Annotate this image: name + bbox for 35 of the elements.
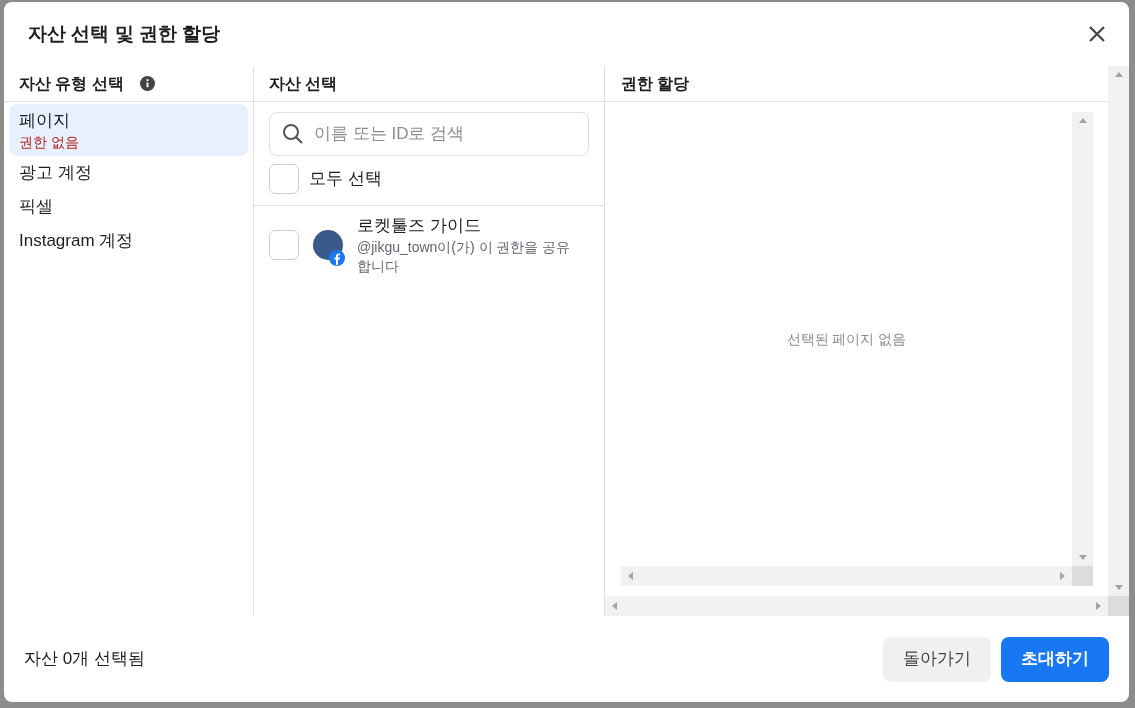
vertical-scrollbar[interactable] bbox=[1108, 66, 1129, 596]
invite-button[interactable]: 초대하기 bbox=[1001, 636, 1109, 682]
page-name: 로켓툴즈 가이드 bbox=[357, 215, 482, 237]
column-heading: 자산 선택 bbox=[269, 73, 338, 94]
vertical-scrollbar[interactable] bbox=[1072, 112, 1093, 566]
back-button[interactable]: 돌아가기 bbox=[883, 636, 991, 682]
asset-type-item[interactable]: 페이지 권한 없음 bbox=[9, 104, 248, 156]
scrollbar-corner bbox=[1108, 596, 1129, 616]
scroll-up-arrow-icon[interactable] bbox=[1113, 70, 1124, 80]
scroll-left-arrow-icon[interactable] bbox=[610, 601, 620, 611]
column-heading: 자산 유형 선택 bbox=[19, 73, 124, 94]
checkbox[interactable] bbox=[269, 230, 299, 260]
asset-type-item[interactable]: 픽셀 bbox=[9, 190, 248, 224]
select-all-label: 모두 선택 bbox=[309, 168, 382, 191]
column-heading: 권한 할당 bbox=[621, 73, 690, 94]
checkbox[interactable] bbox=[269, 164, 299, 194]
scroll-right-arrow-icon[interactable] bbox=[1057, 571, 1067, 581]
selection-summary: 자산 0개 선택됨 bbox=[24, 648, 145, 671]
asset-type-item[interactable]: Instagram 계정 bbox=[9, 224, 248, 258]
facebook-badge-icon bbox=[329, 250, 345, 266]
scroll-down-arrow-icon[interactable] bbox=[1113, 582, 1124, 592]
scroll-up-arrow-icon[interactable] bbox=[1077, 116, 1088, 126]
scroll-left-arrow-icon[interactable] bbox=[626, 571, 636, 581]
asset-type-item[interactable]: 광고 계정 bbox=[9, 156, 248, 190]
dialog-title: 자산 선택 및 권한 할당 bbox=[28, 21, 221, 46]
search-icon bbox=[282, 123, 304, 145]
scrollbar-corner bbox=[1072, 566, 1093, 586]
horizontal-scrollbar[interactable] bbox=[605, 596, 1108, 616]
page-note: @jikgu_town이(가) 이 권한을 공유합니다 bbox=[357, 238, 572, 276]
search-field[interactable]: 이름 또는 ID로 검색 bbox=[269, 112, 589, 156]
scroll-down-arrow-icon[interactable] bbox=[1077, 552, 1088, 562]
empty-message: 선택된 페이지 없음 bbox=[786, 329, 907, 349]
horizontal-scrollbar[interactable] bbox=[621, 566, 1072, 586]
info-icon[interactable] bbox=[139, 76, 155, 91]
scroll-right-arrow-icon[interactable] bbox=[1093, 601, 1103, 611]
